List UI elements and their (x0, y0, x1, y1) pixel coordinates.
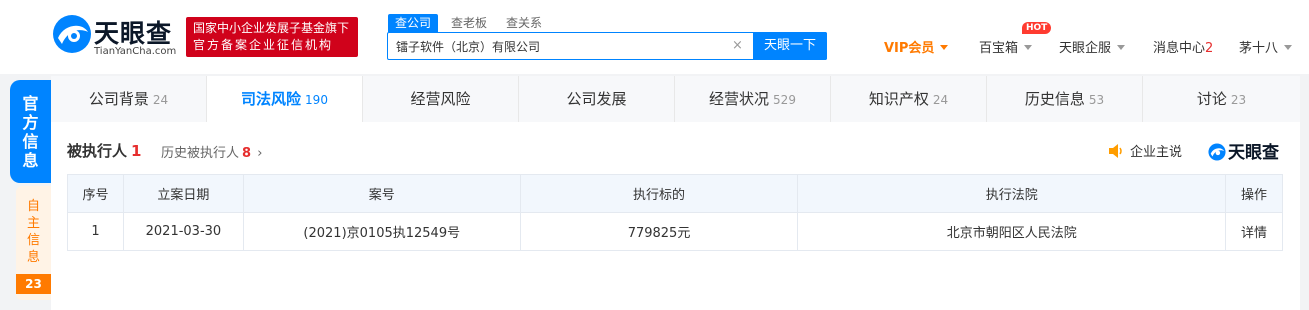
column-header-execution-amount: 执行标的 (519, 174, 799, 213)
tab-count: 24 (152, 93, 169, 107)
top-header: 天眼查 TianYanCha.com 国家中小企业发展子基金旗下 官方备案企业征… (0, 0, 1309, 74)
table-header-row: 序号 立案日期 案号 执行标的 执行法院 操作 (67, 174, 1283, 213)
message-count: 2 (1205, 41, 1214, 56)
column-header-index: 序号 (67, 174, 124, 213)
tianyancha-logo[interactable]: 天眼查 TianYanCha.com (52, 14, 180, 60)
chevron-down-icon (1117, 45, 1126, 50)
vip-menu[interactable]: VIP会员 (884, 37, 949, 56)
message-center-link[interactable]: 消息中心2 (1153, 37, 1213, 56)
tab-history-info[interactable]: 历史信息 53 (987, 76, 1143, 122)
tab-label: 经营状况 (709, 90, 770, 108)
enterprise-service-label: 天眼企服 (1059, 41, 1112, 56)
official-info-tab[interactable]: 官方信息 (10, 80, 51, 183)
column-header-action: 操作 (1225, 174, 1283, 213)
history-executed-link[interactable]: 历史被执行人 8 › (161, 142, 262, 161)
user-name: 茅十八 (1239, 41, 1279, 56)
slogan-banner: 国家中小企业发展子基金旗下 官方备案企业征信机构 (186, 17, 358, 57)
cell-case-number: (2021)京0105执12549号 (242, 212, 521, 251)
tab-operation-risk[interactable]: 经营风险 (363, 76, 519, 122)
detail-link[interactable]: 详情 (1225, 212, 1283, 251)
chevron-right-icon: › (257, 146, 263, 161)
tab-operation-status[interactable]: 经营状况 529 (675, 76, 831, 122)
search-tab-relation[interactable]: 查关系 (506, 14, 542, 32)
user-menu[interactable]: 茅十八 (1239, 37, 1293, 56)
treasure-menu[interactable]: 百宝箱 (979, 37, 1033, 56)
tab-label: 历史信息 (1024, 90, 1085, 108)
chevron-down-icon (940, 45, 949, 50)
tab-label: 公司背景 (88, 90, 149, 108)
treasure-label: 百宝箱 (979, 41, 1019, 56)
enterprise-service-menu[interactable]: 天眼企服 (1059, 37, 1126, 56)
self-info-label: 自主信息 (26, 199, 40, 265)
table-row: 1 2021-03-30 (2021)京0105执12549号 779825元 … (67, 212, 1283, 251)
logo-domain: TianYanCha.com (94, 46, 177, 57)
executed-person-table: 序号 立案日期 案号 执行标的 执行法院 操作 1 2021-03-30 (20… (67, 174, 1283, 251)
chevron-down-icon (1284, 45, 1293, 50)
history-count: 8 (242, 146, 252, 161)
cell-filing-date: 2021-03-30 (122, 212, 244, 251)
search-input[interactable] (388, 33, 728, 59)
tab-label: 经营风险 (410, 90, 471, 108)
tab-label: 公司发展 (566, 90, 627, 108)
search-tab-company[interactable]: 查公司 (388, 14, 439, 32)
eye-logo-icon (53, 15, 91, 53)
cell-court: 北京市朝阳区人民法院 (797, 212, 1227, 251)
tab-company-development[interactable]: 公司发展 (519, 76, 675, 122)
official-info-label: 官方信息 (22, 94, 39, 170)
history-label: 历史被执行人 (161, 146, 240, 161)
speaker-icon (1109, 144, 1122, 158)
hot-badge: HOT (1022, 22, 1052, 34)
search-box: × 天眼一下 (387, 32, 827, 60)
chevron-down-icon (1024, 45, 1033, 50)
tab-label: 知识产权 (868, 90, 929, 108)
column-header-court: 执行法院 (797, 174, 1227, 213)
tab-discussion[interactable]: 讨论 23 (1143, 76, 1300, 122)
slogan-line-2: 官方备案企业征信机构 (193, 38, 334, 52)
company-say-link[interactable]: 企业主说 (1108, 141, 1182, 160)
column-header-case-number: 案号 (242, 174, 521, 213)
logo-title: 天眼查 (94, 19, 173, 48)
tianyancha-watermark: 天眼查 (1208, 138, 1279, 163)
cell-execution-amount: 779825元 (519, 212, 799, 251)
self-info-tab[interactable]: 自主信息 23 (16, 186, 51, 300)
tab-count: 23 (1230, 93, 1247, 107)
search-button[interactable]: 天眼一下 (753, 32, 827, 60)
vip-label: VIP会员 (884, 41, 935, 56)
tab-count: 53 (1088, 93, 1105, 107)
self-info-count: 23 (16, 274, 51, 294)
brand-label: 天眼查 (1228, 143, 1279, 163)
section-count: 1 (131, 142, 142, 160)
main-card: 公司背景 24 司法风险 190 经营风险 公司发展 经营状况 529 知识产权 24 … (51, 76, 1300, 310)
message-center-label: 消息中心 (1153, 41, 1206, 56)
tab-count: 529 (773, 93, 796, 107)
tab-count: 24 (932, 93, 949, 107)
tab-intellectual-property[interactable]: 知识产权 24 (831, 76, 987, 122)
section-title-label: 被执行人 (67, 142, 128, 160)
company-say-label: 企业主说 (1130, 145, 1183, 160)
cell-index: 1 (67, 212, 124, 251)
clear-icon[interactable]: × (732, 38, 743, 53)
tab-label: 讨论 (1196, 90, 1227, 108)
tab-company-background[interactable]: 公司背景 24 (51, 76, 207, 122)
tab-judicial-risk[interactable]: 司法风险 190 (207, 76, 363, 122)
column-header-filing-date: 立案日期 (122, 174, 244, 213)
eye-logo-icon (1208, 143, 1226, 161)
section-title: 被执行人 1 (67, 140, 141, 161)
search-tab-boss[interactable]: 查老板 (451, 14, 487, 32)
tab-label: 司法风险 (241, 90, 302, 108)
tab-count: 190 (305, 93, 328, 107)
slogan-line-1: 国家中小企业发展子基金旗下 (193, 21, 350, 35)
category-tabs: 公司背景 24 司法风险 190 经营风险 公司发展 经营状况 529 知识产权 24 … (51, 76, 1300, 122)
